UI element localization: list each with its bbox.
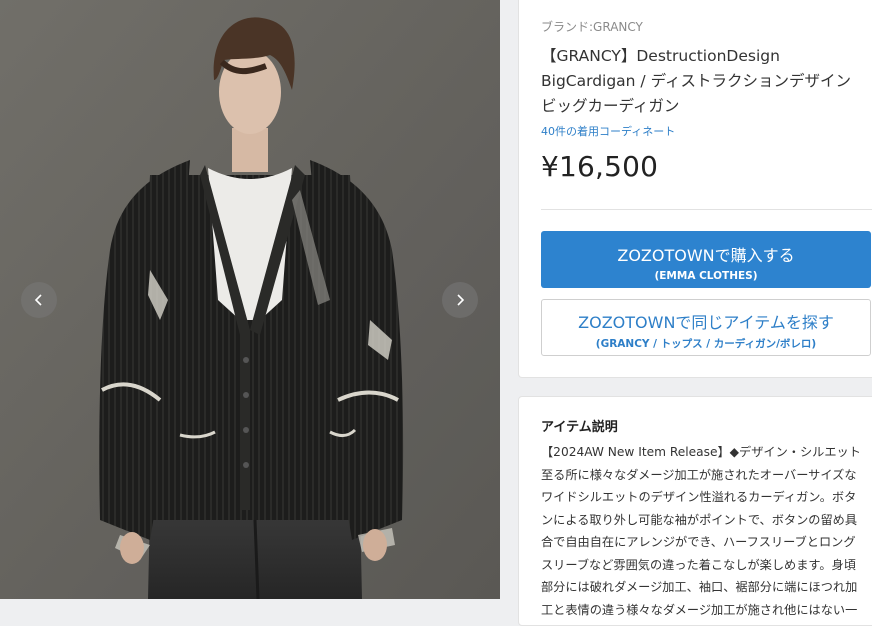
description-line: スリーブなど雰囲気の違った着こなしが楽しめます。身頃 <box>541 557 856 572</box>
chevron-right-icon <box>457 294 465 306</box>
gallery-next-button[interactable] <box>442 282 478 318</box>
product-title-line: ビッグカーディガン <box>541 97 680 115</box>
buy-on-zozotown-button[interactable]: ZOZOTOWNで購入する (EMMA CLOTHES) <box>541 231 871 288</box>
gallery-prev-button[interactable] <box>21 282 57 318</box>
description-line: 工と表情の違う様々なダメージ加工が施され他にはない一 <box>541 602 858 617</box>
product-photo <box>0 0 500 599</box>
item-description-card: アイテム説明 【2024AW New Item Release】◆デザイン・シル… <box>518 396 872 626</box>
search-button-category: (GRANCY / トップス / カーディガン/ボレロ) <box>595 338 817 350</box>
search-same-item-button[interactable]: ZOZOTOWNで同じアイテムを探す (GRANCY / トップス / カーディ… <box>541 299 871 356</box>
description-line: 合で自由自在にアレンジができ、ハーフスリーブとロング <box>541 535 856 549</box>
description-line: 【2024AW New Item Release】◆デザイン・シルエット <box>541 445 861 459</box>
buy-button-shop: (EMMA CLOTHES) <box>654 270 758 282</box>
product-info-card: ブランド:GRANCY 【GRANCY】DestructionDesign Bi… <box>518 0 872 378</box>
description-line: ンによる取り外し可能な袖がポイントで、ボタンの留め具 <box>541 512 858 527</box>
product-price: ¥16,500 <box>541 150 659 183</box>
divider <box>541 209 872 210</box>
description-line: ワイドシルエットのデザイン性溢れるカーディガン。ボタ <box>541 490 857 504</box>
brand-label[interactable]: ブランド:GRANCY <box>541 18 643 35</box>
product-title-line: 【GRANCY】DestructionDesign <box>541 47 780 65</box>
chevron-left-icon <box>34 294 42 306</box>
coordinate-link[interactable]: 40件の着用コーディネート <box>541 123 675 139</box>
search-button-label: ZOZOTOWNで同じアイテムを探す <box>578 313 834 332</box>
description-body: 【2024AW New Item Release】◆デザイン・シルエット 至る所… <box>541 441 872 621</box>
product-image-gallery <box>0 0 500 599</box>
product-title-line: BigCardigan / ディストラクションデザイン <box>541 72 851 90</box>
description-line: 至る所に様々なダメージ加工が施されたオーバーサイズな <box>541 467 857 482</box>
description-line: 部分には破れダメージ加工、袖口、裾部分に端にほつれ加 <box>541 580 858 594</box>
description-heading: アイテム説明 <box>541 420 618 435</box>
product-title: 【GRANCY】DestructionDesign BigCardigan / … <box>541 44 871 119</box>
buy-button-label: ZOZOTOWNで購入する <box>617 246 795 265</box>
